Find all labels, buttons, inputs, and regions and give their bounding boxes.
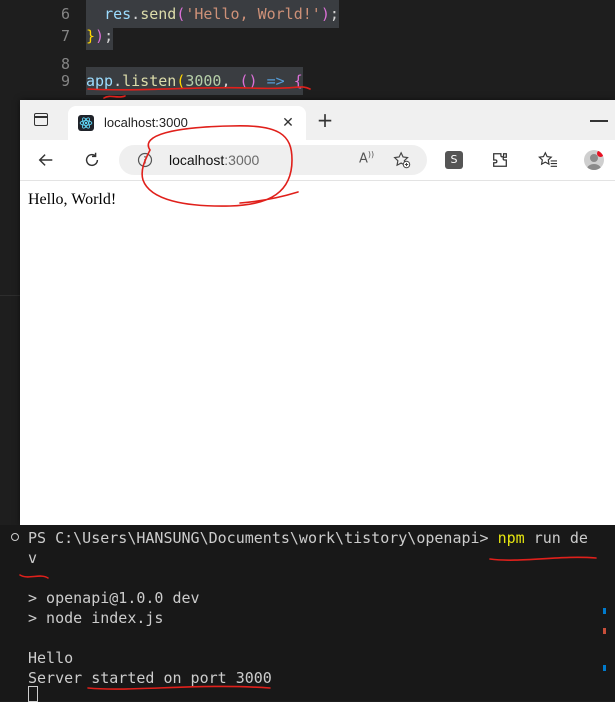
browser-tab[interactable]: localhost:3000 ✕ — [68, 106, 306, 140]
profile-avatar[interactable] — [584, 150, 604, 170]
extensions-icon[interactable] — [488, 148, 512, 172]
code-token: => — [266, 72, 285, 90]
code-token: ) — [320, 5, 330, 23]
terminal-command-line: PS C:\Users\HANSUNG\Documents\work\tisto… — [28, 528, 588, 548]
new-tab-icon[interactable]: + — [314, 109, 336, 131]
terminal-output-line: Hello — [28, 649, 74, 667]
url-port: :3000 — [224, 152, 260, 168]
code-token: } — [86, 27, 96, 45]
terminal-output-line: Server started on port 3000 — [28, 669, 272, 687]
tab-bar: localhost:3000 ✕ + — [20, 100, 615, 140]
terminal-wrap-line: v — [28, 549, 38, 567]
refresh-icon[interactable] — [80, 148, 104, 172]
scrollbar-marker — [603, 665, 606, 671]
code-token: , — [221, 72, 240, 90]
code-token: . — [113, 72, 123, 90]
code-token: ( — [176, 72, 186, 90]
scrollbar-marker — [603, 608, 606, 614]
terminal-output-line: > openapi@1.0.0 dev — [28, 589, 200, 607]
code-token: listen — [122, 72, 177, 90]
code-token: app — [86, 72, 114, 90]
url-host: localhost — [169, 152, 225, 168]
code-token: 3000 — [185, 72, 222, 90]
tab-actions-icon[interactable] — [34, 113, 48, 126]
terminal-command-args: run de — [524, 529, 588, 547]
code-token: ( — [176, 5, 186, 23]
code-line-7[interactable]: }); — [86, 22, 114, 50]
terminal-prompt: PS C:\Users\HANSUNG\Documents\work\tisto… — [28, 529, 498, 547]
favorites-icon[interactable] — [536, 148, 560, 172]
page-text: Hello, World! — [28, 191, 117, 208]
add-favorite-icon[interactable] — [393, 151, 411, 169]
read-aloud-icon[interactable]: A)) — [359, 150, 374, 166]
terminal-panel[interactable]: PS C:\Users\HANSUNG\Documents\work\tisto… — [0, 525, 615, 702]
terminal-cursor — [28, 686, 38, 702]
browser-window[interactable]: localhost:3000 ✕ + localhost:3000 A)) S … — [20, 100, 615, 525]
code-token: send — [140, 5, 177, 23]
scrollbar-marker — [603, 628, 606, 634]
code-token: ; — [104, 27, 114, 45]
terminal-command-name: npm — [497, 529, 525, 547]
terminal-output-line: > node index.js — [28, 609, 164, 627]
line-number: 9 — [60, 72, 70, 90]
back-icon[interactable] — [34, 148, 58, 172]
react-favicon-icon — [78, 115, 94, 131]
code-token: ) — [95, 27, 105, 45]
code-token: ; — [329, 5, 339, 23]
code-token: { — [293, 72, 303, 90]
extension-s-icon[interactable]: S — [445, 151, 463, 169]
address-bar[interactable]: localhost:3000 A)) — [119, 145, 427, 175]
page-content: Hello, World! — [20, 181, 615, 525]
url-text: localhost:3000 — [169, 145, 259, 175]
code-token: () — [239, 72, 258, 90]
tab-title: localhost:3000 — [104, 115, 188, 130]
browser-toolbar: localhost:3000 A)) S — [20, 140, 615, 181]
code-token: 'Hello, World!' — [185, 5, 321, 23]
close-tab-icon[interactable]: ✕ — [278, 113, 298, 133]
read-aloud-letter: A — [359, 151, 368, 167]
code-token: res — [104, 5, 132, 23]
code-token: . — [131, 5, 141, 23]
code-line-6[interactable]: res.send('Hello, World!'); — [86, 0, 339, 28]
minimize-icon[interactable] — [590, 120, 608, 122]
command-status-icon[interactable] — [11, 533, 19, 541]
line-number: 7 — [60, 27, 70, 45]
info-icon[interactable] — [137, 152, 153, 168]
notification-dot — [597, 150, 604, 157]
code-line-9[interactable]: app.listen(3000, () => { — [86, 67, 303, 95]
